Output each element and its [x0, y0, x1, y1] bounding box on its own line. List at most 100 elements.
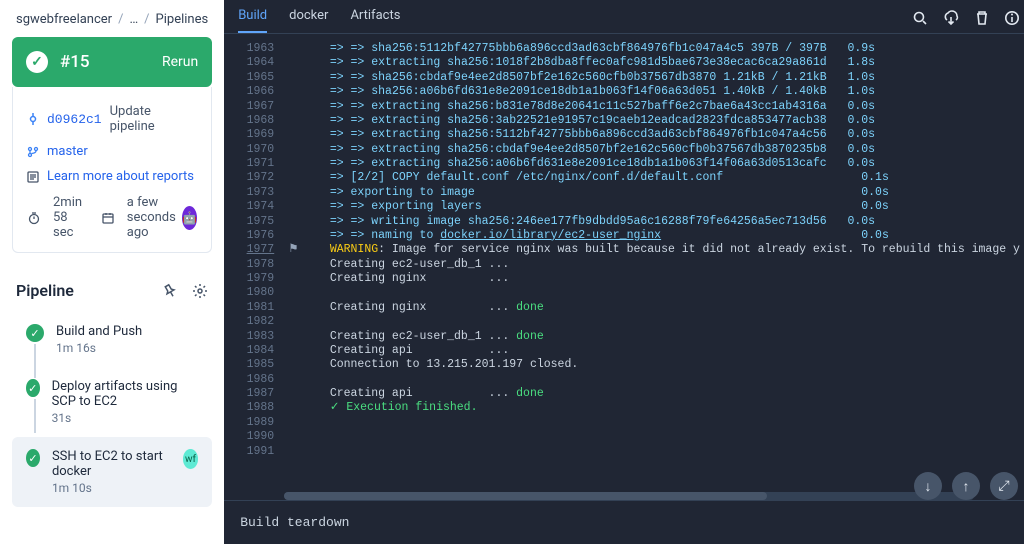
line-number: 1963 [238, 42, 288, 56]
flag-icon [288, 71, 302, 85]
flag-icon [288, 100, 302, 114]
log-line: 1983 Creating ec2-user_db_1 ... done [224, 330, 1024, 344]
flag-icon [288, 272, 302, 286]
line-number: 1964 [238, 56, 288, 70]
log-line: 1965 => => sha256:cbdaf9e4ee2d8507bf2e16… [224, 71, 1024, 85]
breadcrumb-mid[interactable]: … [129, 12, 138, 27]
log-text [302, 416, 1020, 430]
log-text: Creating ec2-user_db_1 ... done [302, 330, 1020, 344]
flag-icon [288, 301, 302, 315]
log-text: ✓ Execution finished. [302, 401, 1020, 415]
log-text: => => exporting layers 0.0s [302, 200, 1020, 214]
pipeline-step[interactable]: ✓SSH to EC2 to start docker1m 10swf [12, 437, 212, 507]
log-line: 1973 => exporting to image 0.0s [224, 186, 1024, 200]
pin-icon[interactable] [162, 283, 178, 299]
log-text: Creating api ... done [302, 387, 1020, 401]
flag-icon [288, 445, 302, 459]
log-text [302, 430, 1020, 444]
expand-button[interactable]: ⤢ [990, 472, 1018, 500]
log-line: 1991 [224, 445, 1024, 459]
scroll-down-button[interactable]: ↓ [914, 472, 942, 500]
log-line: 1981 Creating nginx ... done [224, 301, 1024, 315]
step-badge: wf [183, 449, 198, 469]
log-text: => => naming to docker.io/library/ec2-us… [302, 229, 1020, 243]
build-teardown-section[interactable]: Build teardown [224, 500, 1024, 544]
search-icon[interactable] [912, 10, 928, 26]
branch-icon [27, 146, 39, 158]
line-number: 1968 [238, 114, 288, 128]
run-when: a few seconds ago [127, 195, 182, 240]
run-info-card: d0962c1 Update pipeline master Learn mor… [12, 87, 212, 253]
step-title: Build and Push [56, 324, 142, 339]
step-title: SSH to EC2 to start docker [52, 449, 171, 479]
scroll-up-button[interactable]: ↑ [952, 472, 980, 500]
flag-icon [288, 286, 302, 300]
log-text: => => sha256:cbdaf9e4ee2d8507bf2e162c560… [302, 71, 1020, 85]
line-number: 1967 [238, 100, 288, 114]
tab-build[interactable]: Build [238, 8, 267, 33]
flag-icon [288, 200, 302, 214]
step-duration: 1m 10s [52, 481, 171, 495]
build-log[interactable]: 1963 => => sha256:5112bf42775bbb6a896ccd… [224, 34, 1024, 488]
log-line: 1969 => => extracting sha256:5112bf42775… [224, 128, 1024, 142]
log-line: 1988 ✓ Execution finished. [224, 401, 1024, 415]
gear-icon[interactable] [192, 283, 208, 299]
flag-icon [288, 387, 302, 401]
info-icon[interactable] [1004, 10, 1020, 26]
line-number: 1991 [238, 445, 288, 459]
log-line: 1963 => => sha256:5112bf42775bbb6a896ccd… [224, 42, 1024, 56]
pipeline-step[interactable]: ✓Deploy artifacts using SCP to EC231s [12, 367, 212, 437]
line-number: 1979 [238, 272, 288, 286]
log-line: 1964 => => extracting sha256:1018f2b8dba… [224, 56, 1024, 70]
flag-icon [288, 315, 302, 329]
pipeline-steps: ✓Build and Push1m 16s✓Deploy artifacts u… [12, 306, 212, 513]
tab-docker[interactable]: docker [289, 8, 328, 33]
breadcrumb-leaf[interactable]: Pipelines [156, 12, 209, 27]
branch-name[interactable]: master [47, 144, 88, 159]
log-text [302, 445, 1020, 459]
log-line: 1982 [224, 315, 1024, 329]
step-duration: 31s [52, 411, 199, 425]
avatar[interactable]: 🤖 [182, 206, 197, 230]
line-number: 1969 [238, 128, 288, 142]
run-duration: 2min 58 sec [53, 195, 89, 240]
flag-icon [288, 56, 302, 70]
log-line: 1976 => => naming to docker.io/library/e… [224, 229, 1024, 243]
breadcrumb-root[interactable]: sgwebfreelancer [16, 12, 112, 27]
log-text: WARNING: Image for service nginx was bui… [302, 243, 1020, 257]
commit-hash[interactable]: d0962c1 [47, 112, 102, 127]
flag-icon [288, 430, 302, 444]
flag-icon [288, 114, 302, 128]
log-line: 1979 Creating nginx ... [224, 272, 1024, 286]
line-number: 1966 [238, 85, 288, 99]
step-title: Deploy artifacts using SCP to EC2 [52, 379, 199, 409]
reports-icon [27, 171, 39, 183]
tab-artifacts[interactable]: Artifacts [350, 8, 400, 33]
flag-icon [288, 171, 302, 185]
flag-icon [288, 401, 302, 415]
reports-link[interactable]: Learn more about reports [47, 169, 194, 184]
trash-icon[interactable] [974, 10, 990, 26]
log-line: 1975 => => writing image sha256:246ee177… [224, 215, 1024, 229]
pipeline-step[interactable]: ✓Build and Push1m 16s [12, 312, 212, 367]
flag-icon [288, 143, 302, 157]
commit-message: Update pipeline [110, 104, 198, 134]
line-number: 1987 [238, 387, 288, 401]
rerun-button[interactable]: Rerun [162, 54, 198, 70]
download-cloud-icon[interactable] [942, 10, 960, 26]
horizontal-scrollbar[interactable] [284, 492, 974, 500]
line-number: 1975 [238, 215, 288, 229]
line-number: 1971 [238, 157, 288, 171]
log-text: Creating nginx ... done [302, 301, 1020, 315]
log-text [302, 315, 1020, 329]
line-number: 1990 [238, 430, 288, 444]
log-line: 1984 Creating api ... [224, 344, 1024, 358]
line-number: 1974 [238, 200, 288, 214]
check-circle-icon: ✓ [26, 51, 48, 73]
flag-icon [288, 215, 302, 229]
log-line: 1987 Creating api ... done [224, 387, 1024, 401]
line-number: 1965 [238, 71, 288, 85]
log-text: Creating nginx ... [302, 272, 1020, 286]
flag-icon [288, 42, 302, 56]
log-text: => => sha256:a06b6fd631e8e2091ce18db1a1b… [302, 85, 1020, 99]
